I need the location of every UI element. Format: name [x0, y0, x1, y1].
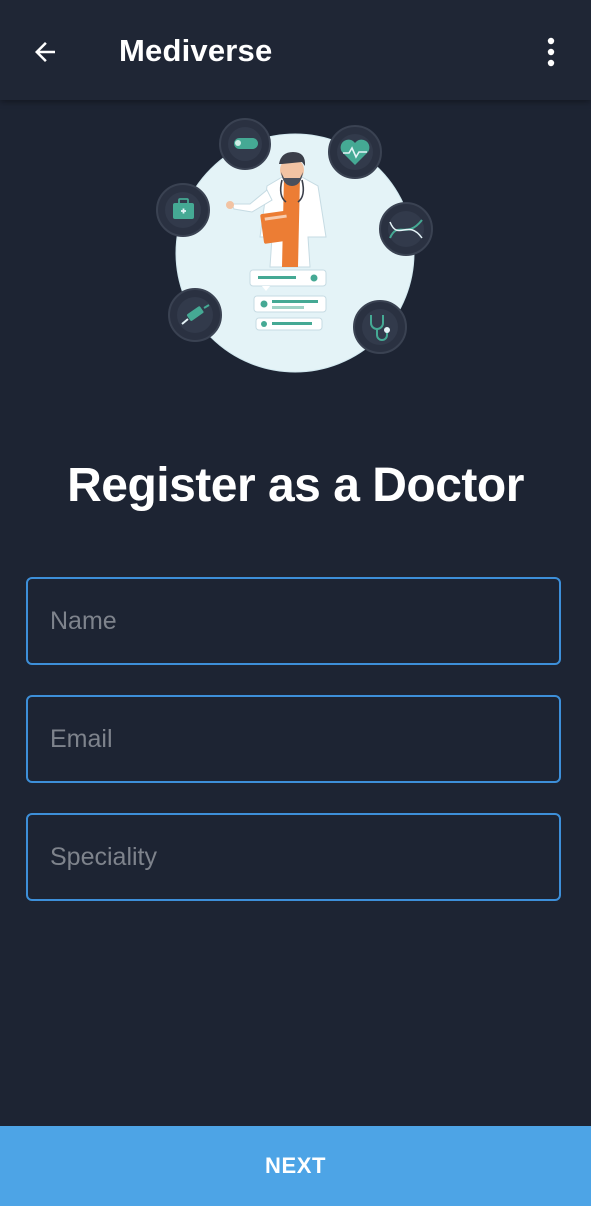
- email-input[interactable]: [28, 697, 559, 781]
- speciality-field[interactable]: [26, 813, 561, 901]
- more-vertical-icon: [547, 37, 555, 67]
- arrow-left-icon: [35, 42, 55, 62]
- name-input[interactable]: [28, 579, 559, 663]
- app-bar: Mediverse: [0, 0, 591, 100]
- syringe-icon: [168, 288, 222, 342]
- app-title: Mediverse: [119, 33, 273, 68]
- page-title: Register as a Doctor: [67, 459, 524, 512]
- more-options-button[interactable]: [530, 29, 572, 75]
- speciality-input[interactable]: [28, 815, 559, 899]
- stethoscope-icon: [353, 300, 407, 354]
- dna-icon: [379, 202, 433, 256]
- heart-rate-icon: [328, 125, 382, 179]
- email-field[interactable]: [26, 695, 561, 783]
- name-field[interactable]: [26, 577, 561, 665]
- next-button[interactable]: NEXT: [0, 1126, 591, 1206]
- back-button[interactable]: [22, 29, 68, 75]
- pills-icon: [219, 118, 271, 170]
- doctor-illustration: [156, 118, 433, 373]
- chat-cards: [249, 269, 327, 331]
- register-doctor-screen: Mediverse Register as a Doctor Name Emai…: [0, 0, 591, 1206]
- medical-case-icon: [156, 183, 210, 237]
